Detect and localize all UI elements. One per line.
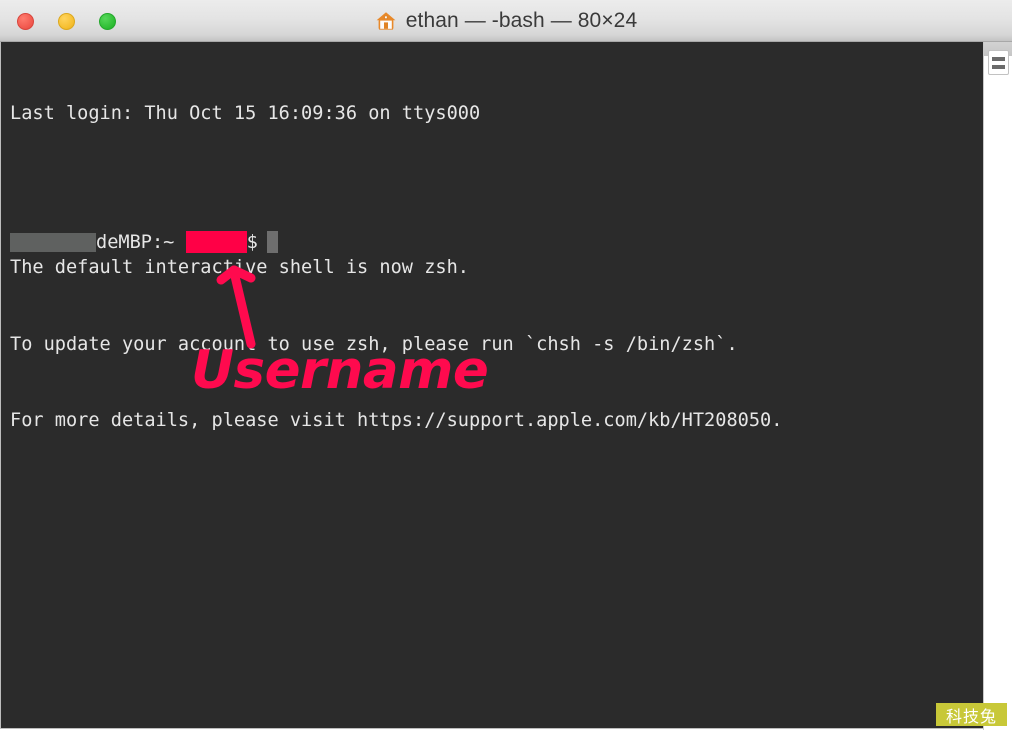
- terminal-output: Last login: Thu Oct 15 16:09:36 on ttys0…: [10, 50, 782, 485]
- redacted-username-block: [185, 231, 247, 253]
- shell-prompt-line: deMBP:~ $: [10, 229, 278, 255]
- scrollbar-thumb[interactable]: [988, 50, 1009, 75]
- window-title: ethan — -bash — 80×24: [405, 9, 638, 32]
- prompt-symbol: $: [246, 231, 258, 253]
- annotation-label: Username: [191, 340, 489, 401]
- terminal-cursor: [266, 231, 278, 253]
- window-titlebar[interactable]: ethan — -bash — 80×24: [0, 0, 1012, 42]
- thumb-line: [992, 64, 1005, 69]
- annotation-arrow-icon: [216, 265, 256, 349]
- maximize-button[interactable]: [99, 13, 116, 30]
- terminal-line: For more details, please visit https://s…: [10, 410, 783, 432]
- prompt-host-suffix: deMBP:~: [96, 231, 186, 253]
- terminal-line: Last login: Thu Oct 15 16:09:36 on ttys0…: [10, 103, 481, 125]
- terminal-window: ethan — -bash — 80×24 Last login: Thu Oc…: [0, 0, 1012, 730]
- terminal-line: The default interactive shell is now zsh…: [10, 256, 469, 278]
- watermark-badge: 科技兔: [936, 703, 1007, 726]
- thumb-line: [992, 56, 1005, 61]
- terminal-content[interactable]: Last login: Thu Oct 15 16:09:36 on ttys0…: [0, 42, 983, 729]
- redacted-hostname-block: [10, 232, 96, 252]
- vertical-scrollbar[interactable]: [983, 42, 1012, 730]
- home-icon: [376, 12, 396, 30]
- close-button[interactable]: [17, 13, 34, 30]
- window-title-group: ethan — -bash — 80×24: [0, 0, 1012, 42]
- minimize-button[interactable]: [58, 13, 75, 30]
